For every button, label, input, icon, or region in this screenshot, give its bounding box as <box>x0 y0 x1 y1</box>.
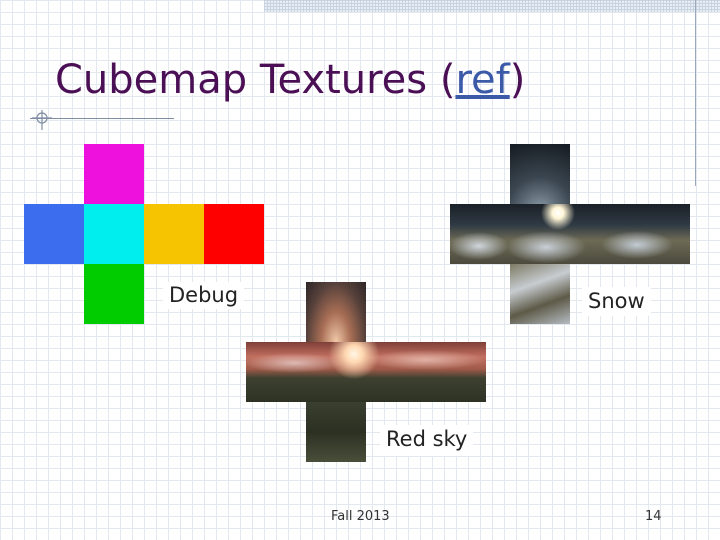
red-sky-face-bottom <box>306 402 366 462</box>
debug-face-back <box>204 204 264 264</box>
page-number: 14 <box>645 509 662 524</box>
debug-face-top <box>84 144 144 204</box>
title-suffix: ) <box>509 57 526 103</box>
debug-caption: Debug <box>163 282 245 309</box>
title-text: Cubemap Textures ( <box>55 57 456 103</box>
debug-face-front <box>84 204 144 264</box>
snow-face-top <box>510 144 570 204</box>
red-sky-face-top <box>306 282 366 342</box>
red-sky-caption: Red sky <box>380 425 474 456</box>
decorative-top-stripe <box>264 0 720 12</box>
slide-title: Cubemap Textures (ref) <box>55 58 525 102</box>
red-sky-face-horizon <box>246 342 486 402</box>
snow-caption: Snow <box>582 287 651 316</box>
ref-link[interactable]: ref <box>455 57 509 103</box>
crosshair-icon <box>32 110 52 130</box>
debug-face-right <box>144 204 204 264</box>
snow-cubemap <box>450 144 690 324</box>
snow-face-horizon <box>450 204 690 264</box>
decorative-vertical-rule <box>695 0 696 186</box>
snow-face-bottom <box>510 264 570 324</box>
debug-face-left <box>24 204 84 264</box>
footer-date: Fall 2013 <box>331 509 390 524</box>
debug-face-bottom <box>84 264 144 324</box>
